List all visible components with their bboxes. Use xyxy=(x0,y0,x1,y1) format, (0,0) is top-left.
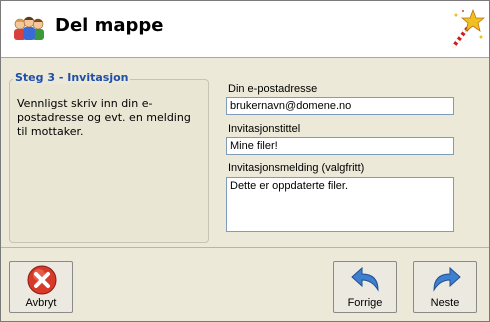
back-button-label: Forrige xyxy=(347,297,383,309)
invitation-title-field[interactable]: Mine filer! xyxy=(226,137,454,155)
invitation-title-label: Invitasjonstittel xyxy=(228,123,301,135)
magic-wand-icon xyxy=(443,7,486,51)
people-group-icon xyxy=(11,13,47,43)
page-title: Del mappe xyxy=(55,15,164,36)
forward-arrow-icon xyxy=(433,266,461,292)
invitation-message-label: Invitasjonsmelding (valgfritt) xyxy=(228,162,365,174)
cancel-button[interactable]: Avbryt xyxy=(9,261,73,313)
next-button[interactable]: Neste xyxy=(413,261,477,313)
share-folder-wizard-window: Del mappe Steg 3 - Invitasjon Vennligst … xyxy=(0,0,490,322)
email-label: Din e-postadresse xyxy=(228,83,318,95)
step-description: Vennligst skriv inn din e-postadresse og… xyxy=(17,97,191,138)
step-title: Steg 3 - Invitasjon xyxy=(13,71,131,84)
wizard-header: Del mappe xyxy=(1,1,489,58)
footer-divider xyxy=(1,247,489,248)
email-field[interactable]: brukernavn@domene.no xyxy=(226,97,454,115)
red-x-icon xyxy=(27,265,57,295)
back-arrow-icon xyxy=(351,266,379,292)
next-button-label: Neste xyxy=(430,297,460,309)
back-button[interactable]: Forrige xyxy=(333,261,397,313)
invitation-message-field[interactable]: Dette er oppdaterte filer. xyxy=(226,177,454,232)
cancel-button-label: Avbryt xyxy=(25,297,57,309)
